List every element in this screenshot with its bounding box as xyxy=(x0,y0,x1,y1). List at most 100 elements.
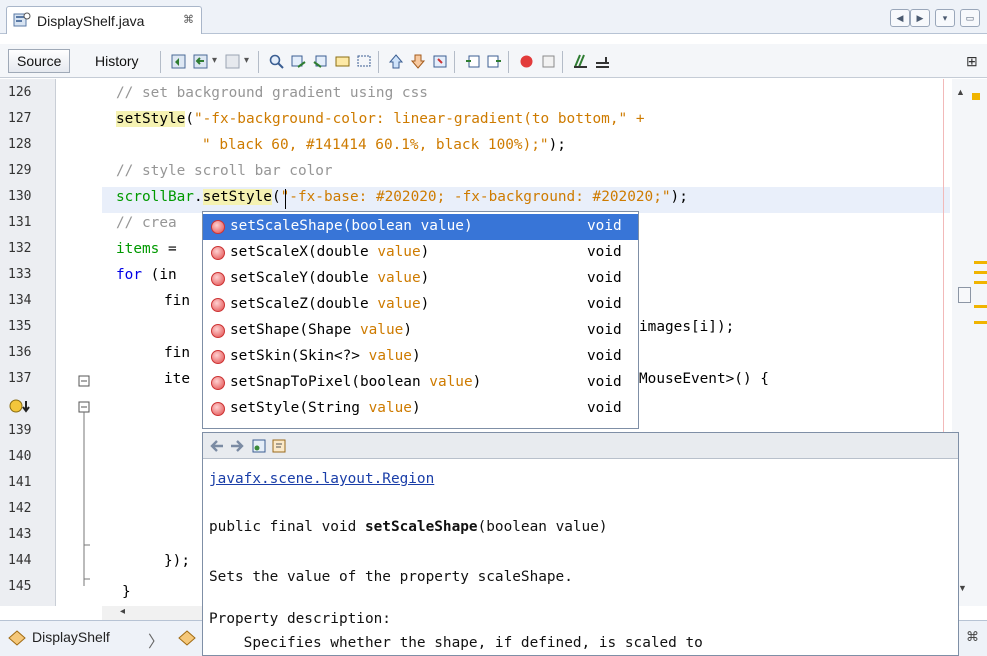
completion-param-name: value xyxy=(429,374,473,390)
source-button[interactable]: Source xyxy=(8,49,71,73)
line-number: 142 xyxy=(8,501,32,516)
javadoc-signature: public final void setScaleShape(boolean … xyxy=(209,519,608,535)
java-file-icon xyxy=(13,12,31,27)
override-hint-icon[interactable] xyxy=(8,398,34,414)
open-in-browser-icon[interactable] xyxy=(251,438,267,454)
file-tab-label: DisplayShelf.java xyxy=(37,13,145,29)
completion-item[interactable]: setStyle(String value) void xyxy=(203,396,638,422)
method-call: setStyle xyxy=(116,111,186,127)
line-number: 129 xyxy=(8,163,32,178)
completion-item[interactable]: setShape(Shape value) void xyxy=(203,318,638,344)
horizontal-scrollbar[interactable]: ◂ xyxy=(102,606,202,620)
code-punctuation: ); xyxy=(670,189,688,205)
occurrence-mark[interactable] xyxy=(974,321,987,324)
close-tab-icon[interactable]: ⌘ xyxy=(183,13,194,26)
history-button[interactable]: History xyxy=(86,49,148,73)
toggle-rectangular-selection-icon[interactable] xyxy=(356,53,373,70)
code-punctuation: ); xyxy=(548,137,566,153)
completion-name: setShape xyxy=(230,322,300,338)
expand-toolbar-icon[interactable]: ⊞ xyxy=(966,53,978,70)
javadoc-class: javafx.scene.layout.Region xyxy=(209,471,434,487)
start-macro-recording-icon[interactable] xyxy=(518,53,535,70)
javadoc-popup[interactable]: javafx.scene.layout.Region public final … xyxy=(202,432,959,656)
breadcrumb-menu-icon[interactable]: ⌘ xyxy=(966,629,979,645)
completion-name: setSkin xyxy=(230,348,291,364)
completion-return-type: void xyxy=(587,348,622,364)
forward-arrow-icon[interactable] xyxy=(229,438,245,454)
forward-dropdown-icon[interactable]: ▾ xyxy=(244,55,249,66)
code-text: (in xyxy=(142,267,177,283)
stop-macro-recording-icon[interactable] xyxy=(540,53,557,70)
line-number: 128 xyxy=(8,137,32,152)
class-icon xyxy=(8,630,26,646)
find-next-icon[interactable] xyxy=(312,53,329,70)
occurrence-mark[interactable] xyxy=(974,305,987,308)
uncomment-icon[interactable] xyxy=(594,53,611,70)
completion-param-type: Shape xyxy=(307,322,352,338)
warning-mark-icon[interactable] xyxy=(972,93,980,100)
field-reference: items xyxy=(116,241,160,257)
code-line-130: scrollBar.setStyle("-fx-base: #202020; -… xyxy=(116,189,688,205)
scroll-tabs-left-button[interactable]: ◀ xyxy=(890,9,910,27)
line-number: 126 xyxy=(8,85,32,100)
completion-param-name: value xyxy=(377,270,421,286)
occurrence-mark[interactable] xyxy=(974,271,987,274)
find-previous-icon[interactable] xyxy=(290,53,307,70)
find-icon[interactable] xyxy=(268,53,285,70)
completion-item[interactable]: setScaleY(double value) void xyxy=(203,266,638,292)
completion-param-type: double xyxy=(316,244,369,260)
code-line-132: items = xyxy=(116,241,177,257)
document-list-button[interactable]: ▾ xyxy=(935,9,955,27)
occurrence-mark[interactable] xyxy=(974,261,987,264)
method-icon xyxy=(211,350,225,364)
line-number: 134 xyxy=(8,293,32,308)
method-icon xyxy=(178,630,196,646)
method-icon xyxy=(211,272,225,286)
scroll-up-icon[interactable]: ▲ xyxy=(956,87,965,97)
comment-icon[interactable] xyxy=(572,53,589,70)
breadcrumb-item[interactable]: DisplayShelf xyxy=(32,629,110,645)
toggle-bookmark-icon[interactable] xyxy=(432,53,449,70)
scrollbar-thumb[interactable] xyxy=(958,287,971,303)
back-dropdown-icon[interactable]: ▾ xyxy=(212,55,217,66)
completion-param-type: String xyxy=(307,400,360,416)
last-edit-icon[interactable] xyxy=(170,53,187,70)
completion-param-name: value xyxy=(359,322,404,338)
completion-param-type: Skin<?> xyxy=(299,348,360,364)
signature-params: (boolean value) xyxy=(477,519,608,535)
completion-item[interactable]: setSkin(Skin<?> value) void xyxy=(203,344,638,370)
file-tab[interactable]: DisplayShelf.java ⌘ xyxy=(6,6,202,34)
scroll-left-icon[interactable]: ◂ xyxy=(120,606,125,617)
line-number: 132 xyxy=(8,241,32,256)
completion-item[interactable]: setSnapToPixel(boolean value) void xyxy=(203,370,638,396)
completion-item[interactable]: setScaleX(double value) void xyxy=(203,240,638,266)
method-icon xyxy=(211,298,225,312)
fold-column xyxy=(56,79,102,606)
next-bookmark-icon[interactable] xyxy=(410,53,427,70)
completion-return-type: void xyxy=(587,296,622,312)
back-icon[interactable] xyxy=(192,53,209,70)
toolbar-separator xyxy=(258,51,259,73)
shift-right-icon[interactable] xyxy=(486,53,503,70)
code-line-134: fin xyxy=(164,293,190,309)
javadoc-class-link[interactable]: javafx.scene.layout.Region xyxy=(209,471,434,487)
code-line-145: } xyxy=(122,584,131,598)
occurrence-mark[interactable] xyxy=(974,281,987,284)
go-to-source-icon[interactable] xyxy=(271,438,287,454)
toolbar-separator xyxy=(562,51,563,73)
code-completion-popup[interactable]: setScaleShape(boolean value) void setScal… xyxy=(202,211,639,429)
restore-window-button[interactable]: ▭ xyxy=(960,9,980,27)
method-icon xyxy=(211,220,225,234)
previous-bookmark-icon[interactable] xyxy=(388,53,405,70)
completion-item[interactable]: setScaleShape(boolean value) void xyxy=(203,214,638,240)
scroll-tabs-right-button[interactable]: ▶ xyxy=(910,9,930,27)
code-line-126: // set background gradient using css xyxy=(116,85,428,101)
scroll-down-icon[interactable]: ▼ xyxy=(958,583,967,593)
line-number: 141 xyxy=(8,475,32,490)
toggle-highlight-icon[interactable] xyxy=(334,53,351,70)
forward-icon[interactable] xyxy=(224,53,241,70)
shift-left-icon[interactable] xyxy=(464,53,481,70)
signature-method-name: setScaleShape xyxy=(364,519,478,535)
back-arrow-icon[interactable] xyxy=(209,438,225,454)
completion-item[interactable]: setScaleZ(double value) void xyxy=(203,292,638,318)
